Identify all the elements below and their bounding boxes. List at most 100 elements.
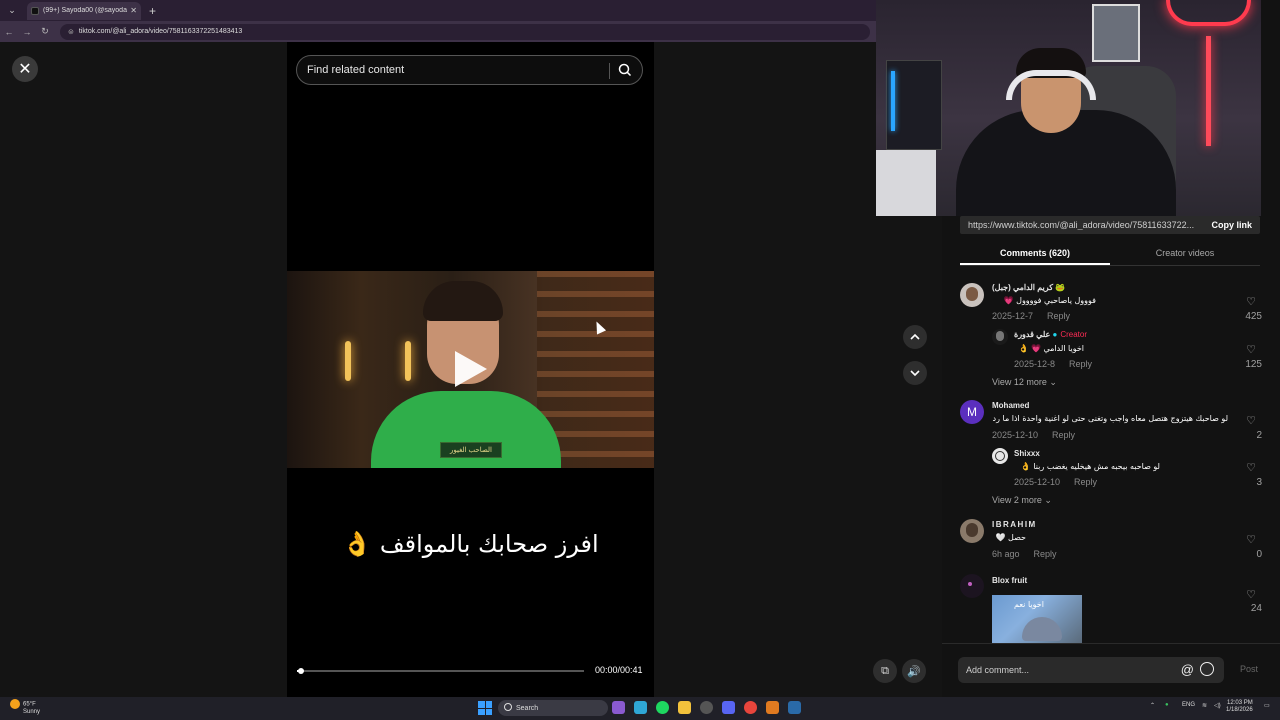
tab-close-icon[interactable]: ✕ bbox=[130, 6, 137, 15]
floating-player-button[interactable]: ⧉ bbox=[873, 659, 897, 683]
comment-text: حصل 🤍 bbox=[995, 533, 1026, 542]
forward-icon[interactable]: → bbox=[18, 27, 36, 37]
like-icon[interactable]: ♡ bbox=[1244, 295, 1258, 308]
edge-icon[interactable] bbox=[634, 701, 647, 714]
comment-username[interactable]: IBRAHIM bbox=[992, 520, 1037, 529]
like-icon[interactable]: ♡ bbox=[1244, 343, 1258, 356]
avatar[interactable] bbox=[992, 448, 1008, 464]
reply-button[interactable]: Reply bbox=[1074, 477, 1097, 487]
weather-widget[interactable]: 65°F Sunny bbox=[10, 699, 40, 716]
notification-icon[interactable]: ▭ bbox=[1264, 702, 1270, 709]
related-search-input[interactable]: Find related content bbox=[296, 55, 643, 85]
previous-video-button[interactable] bbox=[903, 325, 927, 349]
avatar[interactable]: M bbox=[960, 400, 984, 424]
tab-search-icon[interactable]: ⌄ bbox=[3, 2, 21, 20]
address-bar[interactable]: ⊜ tiktok.com/@ali_adora/video/7581163372… bbox=[60, 23, 870, 40]
tab-creator-videos[interactable]: Creator videos bbox=[1110, 240, 1260, 265]
share-url[interactable]: https://www.tiktok.com/@ali_adora/video/… bbox=[960, 220, 1203, 230]
mention-icon[interactable]: @ bbox=[1181, 662, 1194, 677]
comment-username[interactable]: Blox fruit bbox=[992, 576, 1027, 585]
panel-tabs: Comments (620) Creator videos bbox=[960, 240, 1260, 266]
neon-light bbox=[1166, 0, 1251, 26]
person-hair bbox=[423, 281, 503, 321]
tray-app-icon[interactable]: ● bbox=[1165, 702, 1169, 708]
play-icon[interactable] bbox=[455, 351, 487, 387]
reply-button[interactable]: Reply bbox=[1052, 430, 1075, 440]
copy-link-button[interactable]: Copy link bbox=[1203, 220, 1260, 230]
comment-username[interactable]: علي قدورة ● Creator bbox=[1014, 330, 1087, 339]
browser-tab-bar: ⌄ (99+) Sayoda00 (@sayoda0001) ✕ + bbox=[0, 0, 876, 21]
avatar[interactable] bbox=[960, 283, 984, 307]
comment-gif[interactable]: اخويا نعم bbox=[992, 595, 1082, 643]
like-icon[interactable]: ♡ bbox=[1244, 414, 1258, 427]
reply-button[interactable]: Reply bbox=[1034, 549, 1057, 559]
pip-icon: ⧉ bbox=[881, 664, 889, 677]
share-link-row: https://www.tiktok.com/@ali_adora/video/… bbox=[960, 216, 1260, 234]
lamp-center bbox=[405, 341, 411, 381]
reply-button[interactable]: Reply bbox=[1069, 359, 1092, 369]
like-count: 125 bbox=[1245, 359, 1262, 370]
gif-character bbox=[1022, 617, 1062, 641]
file-explorer-icon[interactable] bbox=[678, 701, 691, 714]
comment-text: فووول ياصاحبي فوووول 💗 bbox=[1003, 296, 1096, 305]
like-icon[interactable]: ♡ bbox=[1244, 533, 1258, 546]
comment-meta: 2025-12-10 Reply bbox=[992, 430, 1076, 440]
reload-icon[interactable]: ↻ bbox=[36, 26, 54, 37]
chevron-up-icon bbox=[910, 333, 920, 340]
pc-tower bbox=[886, 60, 942, 150]
like-count: 0 bbox=[1256, 549, 1262, 560]
copilot-icon[interactable] bbox=[612, 701, 625, 714]
reply-button[interactable]: Reply bbox=[1047, 311, 1070, 321]
avatar[interactable] bbox=[992, 329, 1008, 345]
browser-tab[interactable]: (99+) Sayoda00 (@sayoda0001) ✕ bbox=[27, 1, 141, 20]
progress-knob[interactable] bbox=[297, 668, 304, 674]
steam-icon[interactable] bbox=[788, 701, 801, 714]
tiktok-favicon-icon bbox=[31, 6, 39, 15]
chrome-icon[interactable] bbox=[744, 701, 757, 714]
view-more-replies[interactable]: View 12 more ⌄ bbox=[992, 377, 1057, 388]
browser-toolbar: ← → ↻ ⊜ tiktok.com/@ali_adora/video/7581… bbox=[0, 21, 876, 42]
wifi-icon[interactable]: ≋ bbox=[1202, 702, 1207, 709]
overlay-text-main: افرز صحابك بالمواقف bbox=[379, 530, 599, 558]
avatar[interactable] bbox=[960, 519, 984, 543]
avatar[interactable] bbox=[960, 574, 984, 598]
comment-text: اخويا الدامي 💗 👌 bbox=[1018, 344, 1084, 353]
video-progress-bar[interactable] bbox=[297, 668, 584, 674]
spotify-icon[interactable] bbox=[656, 701, 669, 714]
tab-comments[interactable]: Comments (620) bbox=[960, 240, 1110, 265]
language-indicator[interactable]: ENG bbox=[1182, 702, 1195, 708]
search-icon bbox=[504, 703, 512, 711]
search-icon[interactable] bbox=[618, 63, 632, 77]
close-icon: ✕ bbox=[18, 61, 32, 78]
speaker-icon[interactable]: ◁) bbox=[1214, 702, 1221, 709]
back-icon[interactable]: ← bbox=[0, 27, 18, 37]
like-icon[interactable]: ♡ bbox=[1244, 588, 1258, 601]
ok-hand-icon: 👌 bbox=[342, 530, 373, 558]
comment-username[interactable]: كريم الدامي (جبل) 🐸 bbox=[992, 283, 1065, 292]
next-video-button[interactable] bbox=[903, 361, 927, 385]
wall-poster bbox=[1092, 4, 1140, 62]
add-comment-input[interactable]: Add comment... @ bbox=[958, 657, 1224, 683]
clock[interactable]: 12:03 PM 1/18/2026 bbox=[1226, 700, 1253, 714]
comment-meta: 2025-12-7 Reply bbox=[992, 311, 1071, 321]
volume-button[interactable]: 🔊 bbox=[902, 659, 926, 683]
app-icon[interactable] bbox=[766, 701, 779, 714]
lamp-left bbox=[345, 341, 351, 381]
tray-overflow-icon[interactable]: ⌃ bbox=[1150, 702, 1155, 709]
taskbar-search[interactable]: Search bbox=[498, 700, 608, 716]
comment-username[interactable]: Mohamed bbox=[992, 401, 1029, 410]
emoji-icon[interactable] bbox=[1200, 662, 1214, 676]
discord-icon[interactable] bbox=[722, 701, 735, 714]
comment-username[interactable]: Shixxx bbox=[1014, 449, 1040, 458]
headset bbox=[1006, 70, 1096, 100]
windows-start-icon[interactable] bbox=[478, 701, 492, 715]
site-info-icon[interactable]: ⊜ bbox=[68, 28, 74, 36]
like-icon[interactable]: ♡ bbox=[1244, 461, 1258, 474]
post-button[interactable]: Post bbox=[1240, 664, 1258, 674]
new-tab-icon[interactable]: + bbox=[149, 4, 156, 18]
openai-icon[interactable] bbox=[700, 701, 713, 714]
chevron-down-icon bbox=[910, 370, 920, 377]
address-url: tiktok.com/@ali_adora/video/758116337225… bbox=[78, 28, 243, 35]
close-video-button[interactable]: ✕ bbox=[12, 56, 38, 82]
view-more-replies[interactable]: View 2 more ⌄ bbox=[992, 495, 1052, 506]
